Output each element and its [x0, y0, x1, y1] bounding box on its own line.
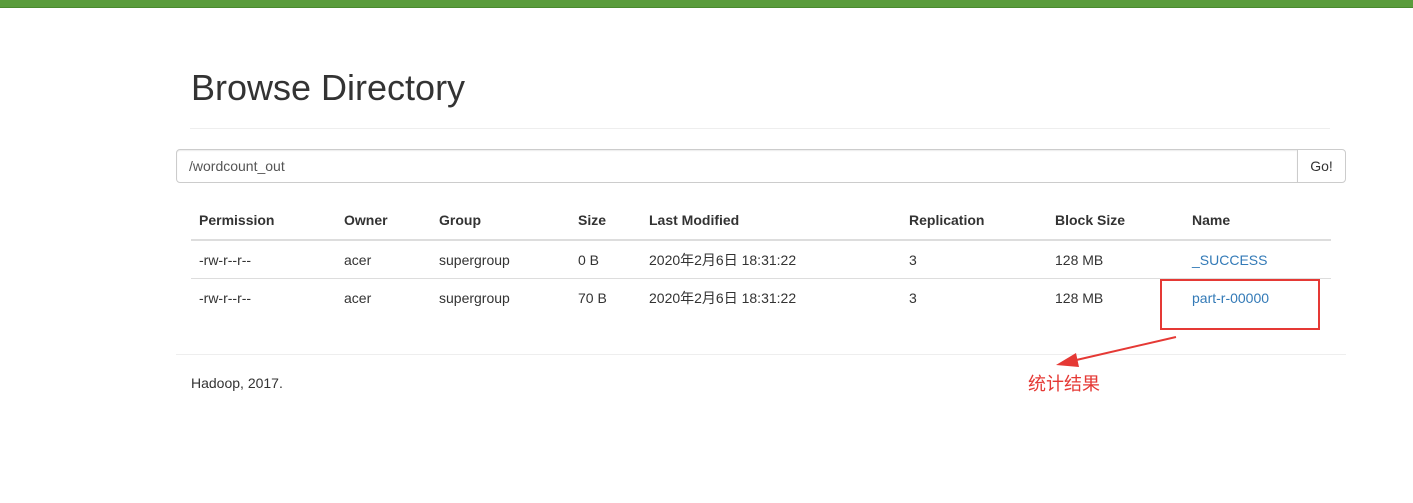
cell-owner: acer	[336, 278, 431, 316]
cell-owner: acer	[344, 251, 372, 268]
cell-last-modified: 2020年2月6日 18:31:22	[641, 278, 901, 316]
cell-group: supergroup	[431, 278, 570, 316]
table-header-row: Permission Owner Group Size Last Modifie…	[191, 201, 1331, 241]
path-form: Go!	[176, 149, 1346, 183]
go-button[interactable]: Go!	[1297, 149, 1346, 183]
cell-size: 0 B	[578, 251, 600, 268]
column-header-group[interactable]: Group	[431, 201, 570, 241]
cell-block-size: 128 MB	[1055, 251, 1104, 268]
page-title: Browse Directory	[191, 67, 466, 108]
column-header-last-modified[interactable]: Last Modified	[641, 201, 901, 241]
cell-size: 70 B	[570, 278, 641, 316]
header-divider	[190, 128, 1330, 129]
cell-replication: 3	[901, 278, 1047, 316]
column-header-owner[interactable]: Owner	[336, 201, 431, 241]
cell-replication: 3	[909, 251, 917, 268]
cell-permission: -rw-r--r--	[199, 251, 252, 268]
column-header-block-size[interactable]: Block Size	[1047, 201, 1184, 241]
column-header-replication[interactable]: Replication	[901, 201, 1047, 241]
column-header-size[interactable]: Size	[570, 201, 641, 241]
annotation-label: 统计结果	[1028, 374, 1100, 395]
footer-divider	[176, 354, 1346, 355]
top-navbar	[0, 0, 1413, 8]
cell-last-modified: 2020年2月6日 18:31:22	[649, 251, 797, 268]
table-row: -rw-r--r-- acer supergroup 0 B 2020年2月6日…	[191, 240, 1331, 279]
cell-name: _SUCCESS	[1184, 240, 1331, 279]
footer-text: Hadoop, 2017.	[191, 375, 283, 391]
directory-path-input[interactable]	[176, 149, 1298, 183]
cell-permission: -rw-r--r--	[191, 278, 336, 316]
column-header-name[interactable]: Name	[1184, 201, 1331, 241]
column-header-permission[interactable]: Permission	[191, 201, 336, 241]
annotation-highlight-box	[1160, 279, 1320, 330]
cell-group: supergroup	[439, 251, 510, 268]
file-link-success[interactable]: _SUCCESS	[1192, 252, 1267, 268]
